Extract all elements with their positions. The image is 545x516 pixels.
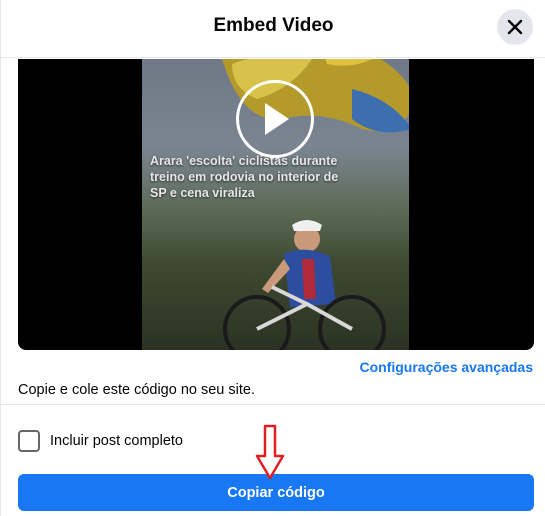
dialog-header: Embed Video: [1, 0, 545, 58]
include-full-post-option[interactable]: Incluir post completo: [18, 430, 183, 452]
advanced-settings-link[interactable]: Configurações avançadas: [359, 359, 533, 375]
embed-instructions: Copie e cole este código no seu site.: [18, 382, 255, 398]
close-icon: [507, 19, 523, 35]
close-button[interactable]: [497, 9, 533, 45]
video-preview[interactable]: Arara 'escolta' ciclistas durante treino…: [18, 59, 534, 350]
play-icon: [265, 103, 289, 135]
embed-video-dialog: Embed Video Arara 'escolta' ciclistas du…: [0, 0, 545, 516]
video-caption: Arara 'escolta' ciclistas durante treino…: [150, 154, 339, 200]
include-full-post-label: Incluir post completo: [50, 433, 183, 449]
play-button[interactable]: [236, 80, 314, 158]
annotation-arrow-icon: [255, 424, 285, 480]
cyclist-image: [223, 220, 386, 350]
dialog-title: Embed Video: [213, 15, 334, 36]
include-full-post-checkbox[interactable]: [18, 430, 40, 452]
divider: [1, 404, 545, 405]
